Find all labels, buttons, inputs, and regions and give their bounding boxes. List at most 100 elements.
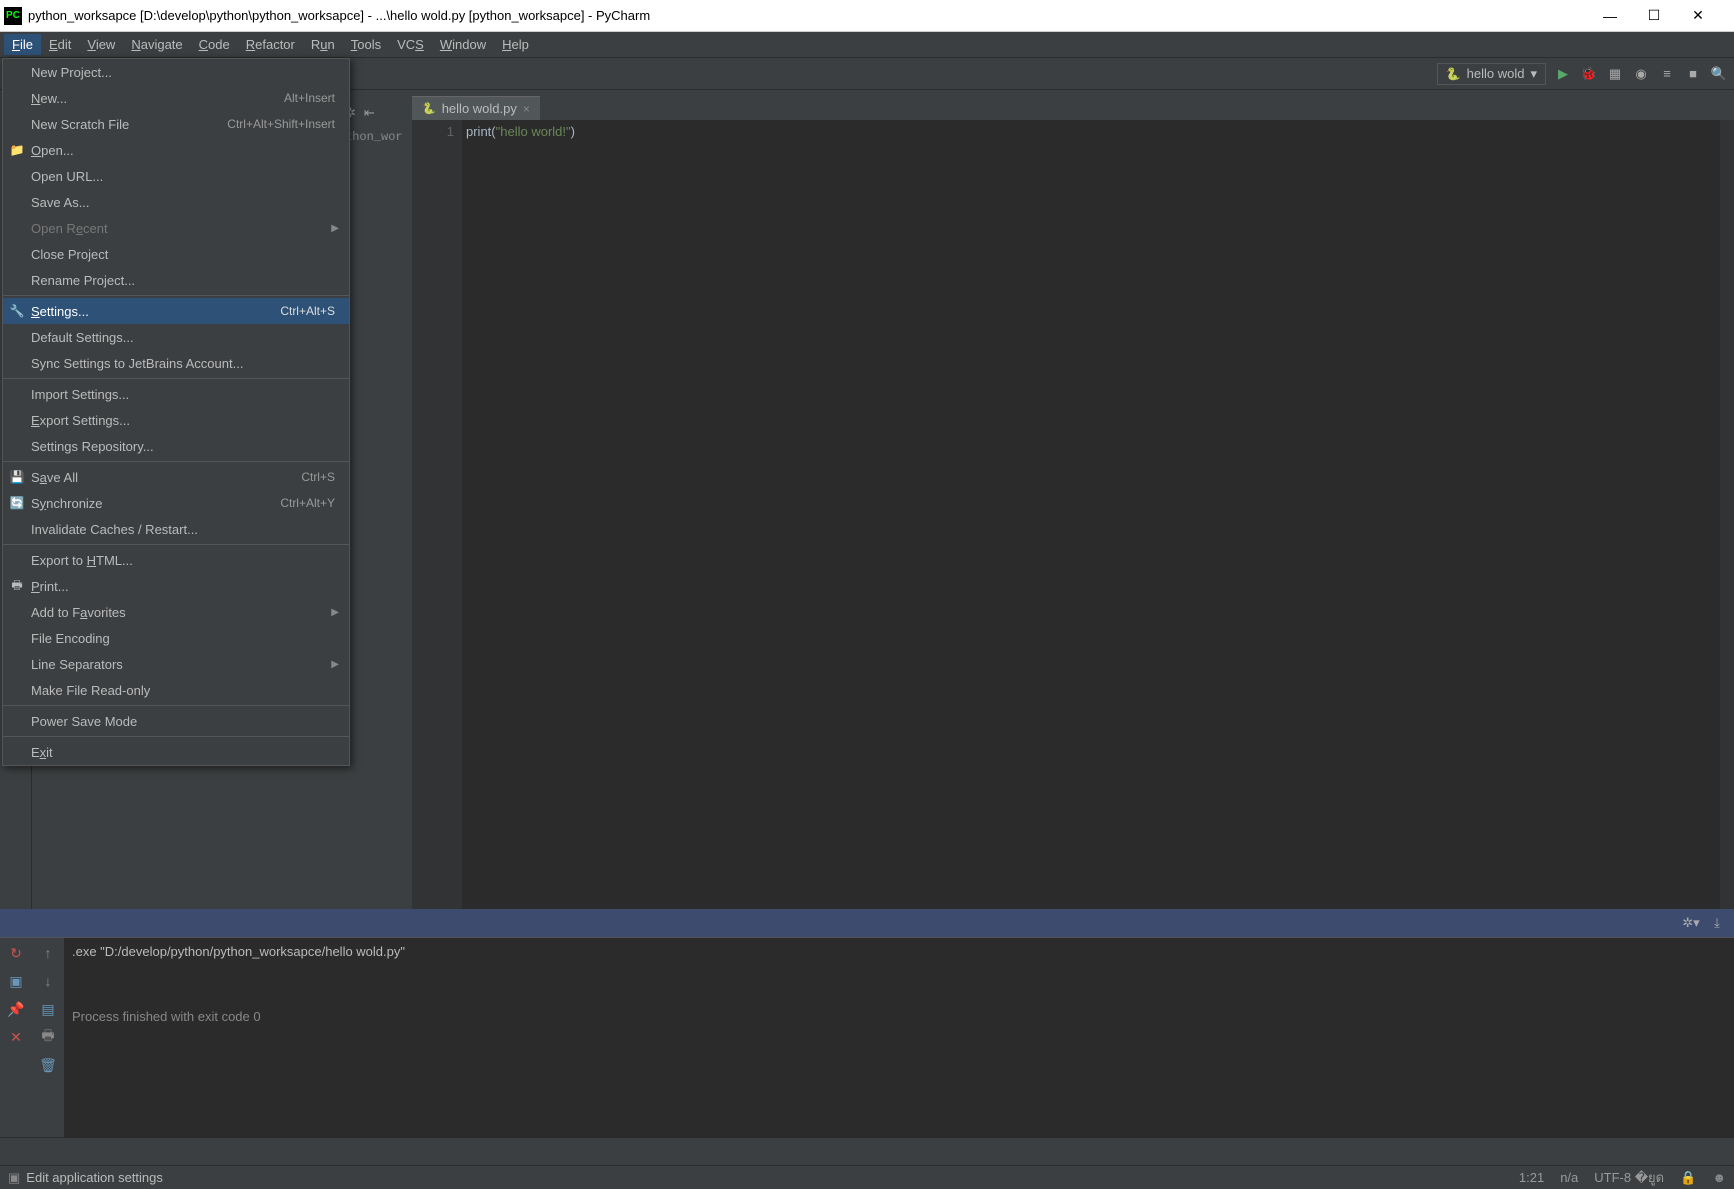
pin-icon[interactable]: 📌 — [7, 1000, 25, 1018]
menu-item-label: Export Settings... — [31, 413, 130, 428]
stop-button[interactable]: ≡ — [1658, 65, 1676, 83]
file-menu-item[interactable]: File Encoding — [3, 625, 349, 651]
file-menu-item[interactable]: Export to HTML... — [3, 547, 349, 573]
run-hide-icon[interactable]: ⤓ — [1708, 914, 1726, 932]
close-run-icon[interactable]: ✕ — [7, 1028, 25, 1046]
coverage-button[interactable]: ▦ — [1606, 65, 1624, 83]
down-trace-icon[interactable]: ↓ — [39, 972, 57, 990]
search-button[interactable]: 🔍 — [1710, 65, 1728, 83]
sync-icon: 🔄 — [9, 495, 25, 511]
run-tool-header: ✲▾ ⤓ — [0, 909, 1734, 937]
menu-item-label: File Encoding — [31, 631, 110, 646]
menu-help[interactable]: Help — [494, 34, 537, 55]
menu-edit[interactable]: Edit — [41, 34, 79, 55]
hector-icon[interactable]: ☻ — [1712, 1170, 1726, 1185]
menu-view[interactable]: View — [79, 34, 123, 55]
window-title: python_worksapce [D:\develop\python\pyth… — [28, 8, 1602, 23]
menu-item-label: New Scratch File — [31, 117, 129, 132]
maximize-button[interactable]: ☐ — [1646, 8, 1662, 24]
run-output[interactable]: .exe "D:/develop/python/python_worksapce… — [64, 938, 1734, 1137]
menu-shortcut: Ctrl+Alt+Shift+Insert — [227, 117, 335, 131]
profile-button[interactable]: ◉ — [1632, 65, 1650, 83]
file-menu-item[interactable]: 🖶Print... — [3, 573, 349, 599]
file-menu-item[interactable]: Exit — [3, 739, 349, 765]
file-menu-dropdown: New Project...New...Alt+InsertNew Scratc… — [2, 58, 350, 766]
file-menu-item[interactable]: Line Separators▶ — [3, 651, 349, 677]
run-button[interactable]: ▶ — [1554, 65, 1572, 83]
menu-item-label: Rename Project... — [31, 273, 135, 288]
run-tool-window: ↻ ▣ 📌 ✕ ↑ ↓ ▤ 🖶 🗑 .exe "D:/develop/pytho… — [0, 937, 1734, 1137]
run-config-name: hello wold — [1467, 66, 1525, 81]
minimize-button[interactable]: — — [1602, 8, 1618, 24]
code-string: "hello world!" — [496, 124, 571, 139]
readonly-lock-icon[interactable]: 🔒 — [1680, 1170, 1696, 1186]
soft-wrap-icon[interactable]: ▤ — [39, 1000, 57, 1018]
menu-item-label: Exit — [31, 745, 53, 760]
close-button[interactable]: ✕ — [1690, 8, 1706, 24]
stop-run-icon[interactable]: ▣ — [7, 972, 25, 990]
line-gutter: 1 — [412, 120, 462, 909]
file-menu-item[interactable]: New Scratch File Ctrl+Alt+Shift+Insert — [3, 111, 349, 137]
run-config-selector[interactable]: 🐍 hello wold ▾ — [1437, 63, 1546, 85]
gear-icon: 🔧 — [9, 303, 25, 319]
file-menu-item[interactable]: Close Project — [3, 241, 349, 267]
menu-item-label: Save All — [31, 470, 78, 485]
file-menu-item[interactable]: Import Settings... — [3, 381, 349, 407]
menu-item-label: Close Project — [31, 247, 108, 262]
menu-shortcut: Ctrl+Alt+Y — [280, 496, 335, 510]
python-icon: 🐍 — [1446, 67, 1461, 81]
file-menu-item[interactable]: 🔧Settings...Ctrl+Alt+S — [3, 298, 349, 324]
debug-button[interactable]: 🐞 — [1580, 65, 1598, 83]
file-menu-item[interactable]: Add to Favorites▶ — [3, 599, 349, 625]
tool-windows-icon[interactable]: ▣ — [8, 1170, 20, 1186]
menu-vcs[interactable]: VCS — [389, 34, 432, 55]
file-menu-item[interactable]: New Project... — [3, 59, 349, 85]
file-menu-item[interactable]: New...Alt+Insert — [3, 85, 349, 111]
file-menu-item[interactable]: 🔄 Synchronize Ctrl+Alt+Y — [3, 490, 349, 516]
run-settings-icon[interactable]: ✲▾ — [1682, 914, 1700, 932]
menu-shortcut: Ctrl+S — [301, 470, 335, 484]
menu-tools[interactable]: Tools — [343, 34, 389, 55]
file-menu-item[interactable]: Export Settings... — [3, 407, 349, 433]
menu-refactor[interactable]: Refactor — [238, 34, 303, 55]
clear-icon[interactable]: 🗑 — [39, 1056, 57, 1074]
menu-item-label: Invalidate Caches / Restart... — [31, 522, 198, 537]
dropdown-arrow-icon: ▾ — [1530, 66, 1537, 82]
menu-item-label: Settings Repository... — [31, 439, 154, 454]
file-menu-item[interactable]: Settings Repository... — [3, 433, 349, 459]
line-sep-status[interactable]: n/a — [1560, 1170, 1578, 1185]
menu-item-label: Synchronize — [31, 496, 103, 511]
menu-item-label: New... — [31, 91, 67, 106]
file-menu-item[interactable]: Make File Read-only — [3, 677, 349, 703]
menu-navigate[interactable]: Navigate — [123, 34, 190, 55]
file-menu-item[interactable]: Sync Settings to JetBrains Account... — [3, 350, 349, 376]
menu-file[interactable]: File — [4, 34, 41, 55]
menu-run[interactable]: Run — [303, 34, 343, 55]
menu-item-label: Make File Read-only — [31, 683, 150, 698]
update-button[interactable]: ■ — [1684, 65, 1702, 83]
menu-item-label: Open Recent — [31, 221, 108, 236]
file-menu-item[interactable]: 📁Open... — [3, 137, 349, 163]
error-stripe — [1720, 120, 1734, 909]
collapse-icon[interactable]: ⇤ — [364, 105, 375, 121]
editor-tab[interactable]: 🐍 hello wold.py × — [412, 96, 540, 120]
code-content[interactable]: print("hello world!") — [462, 120, 1720, 909]
tab-close-icon[interactable]: × — [523, 102, 530, 116]
menu-item-label: Add to Favorites — [31, 605, 126, 620]
print-output-icon[interactable]: 🖶 — [39, 1028, 57, 1046]
rerun-icon[interactable]: ↻ — [7, 944, 25, 962]
file-menu-item[interactable]: Default Settings... — [3, 324, 349, 350]
file-menu-item[interactable]: 💾Save AllCtrl+S — [3, 464, 349, 490]
file-menu-item[interactable]: Open URL... — [3, 163, 349, 189]
menu-item-label: Open... — [31, 143, 74, 158]
file-menu-item[interactable]: Rename Project... — [3, 267, 349, 293]
up-trace-icon[interactable]: ↑ — [39, 944, 57, 962]
line-number: 1 — [412, 124, 454, 139]
menu-window[interactable]: Window — [432, 34, 494, 55]
file-menu-item[interactable]: Power Save Mode — [3, 708, 349, 734]
encoding-status[interactable]: UTF-8 �ยูด — [1594, 1167, 1664, 1188]
file-menu-item[interactable]: Save As... — [3, 189, 349, 215]
file-menu-item[interactable]: Invalidate Caches / Restart... — [3, 516, 349, 542]
menu-code[interactable]: Code — [191, 34, 238, 55]
pycharm-icon: PC — [4, 7, 22, 25]
